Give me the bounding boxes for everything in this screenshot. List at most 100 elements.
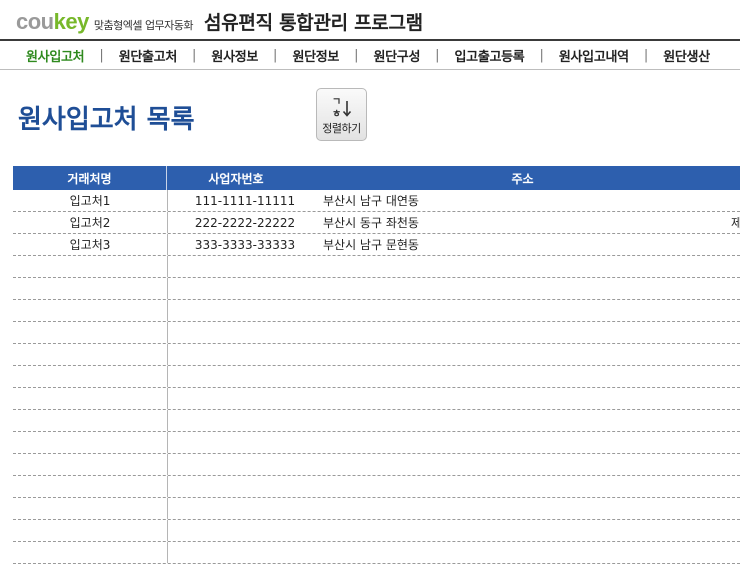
table-row[interactable] xyxy=(13,388,740,410)
cell-name[interactable] xyxy=(13,388,168,409)
sort-button-label: 정렬하기 xyxy=(322,122,361,135)
table-row[interactable] xyxy=(13,542,740,564)
cell-bizno[interactable]: 333-3333-33333 xyxy=(168,234,306,255)
cell-address-text: 부산시 남구 문현동 xyxy=(323,238,419,252)
table-body: 입고처1 111-1111-11111 부산시 남구 대연동입고처2 222-2222… xyxy=(13,190,740,564)
cell-bizno-text: 222-2222-22222 xyxy=(194,216,296,230)
cell-address[interactable]: 부산시 동구 좌천동 제 xyxy=(306,212,740,233)
nav-item-3[interactable]: 원사정보 xyxy=(209,46,260,65)
cell-address[interactable] xyxy=(306,388,740,409)
cell-address[interactable] xyxy=(306,476,740,497)
nav-item-4[interactable]: 원단정보 xyxy=(290,46,341,65)
nav-separator: | xyxy=(354,48,359,63)
cell-name[interactable] xyxy=(13,498,168,519)
table-row[interactable]: 입고처3 333-3333-33333 부산시 남구 문현동 xyxy=(13,234,740,256)
svg-text:ㅎ: ㅎ xyxy=(332,108,341,119)
cell-name[interactable] xyxy=(13,344,168,365)
cell-bizno[interactable] xyxy=(168,366,306,387)
nav-item-5[interactable]: 원단구성 xyxy=(371,46,422,65)
brand-header: coukey 맞춤형엑셀 업무자동화 섬유편직 통합관리 프로그램 xyxy=(16,8,423,36)
table-row[interactable] xyxy=(13,410,740,432)
cell-bizno[interactable] xyxy=(168,278,306,299)
table-row[interactable]: 입고처1 111-1111-11111 부산시 남구 대연동 xyxy=(13,190,740,212)
cell-bizno[interactable] xyxy=(168,344,306,365)
cell-name[interactable]: 입고처3 xyxy=(13,234,168,255)
cell-overflow-text: 제 xyxy=(730,216,740,230)
header-divider xyxy=(0,39,740,41)
cell-bizno[interactable] xyxy=(168,300,306,321)
cell-name[interactable] xyxy=(13,410,168,431)
nav-separator: | xyxy=(435,48,440,63)
cell-address[interactable] xyxy=(306,256,740,277)
column-header-bizno[interactable]: 사업자번호 xyxy=(167,166,305,190)
nav-item-1[interactable]: 원사입고처 xyxy=(24,46,86,65)
nav-separator: | xyxy=(99,48,104,63)
cell-address[interactable] xyxy=(306,432,740,453)
cell-bizno[interactable]: 222-2222-22222 xyxy=(168,212,306,233)
column-header-name[interactable]: 거래처명 xyxy=(13,166,167,190)
cell-name[interactable] xyxy=(13,476,168,497)
cell-address[interactable] xyxy=(306,542,740,563)
cell-bizno[interactable] xyxy=(168,498,306,519)
nav-separator: | xyxy=(643,48,649,63)
table-row[interactable] xyxy=(13,498,740,520)
cell-bizno[interactable] xyxy=(168,454,306,475)
cell-name-text: 입고처2 xyxy=(69,216,111,230)
table-row[interactable] xyxy=(13,256,740,278)
cell-address[interactable] xyxy=(306,410,740,431)
cell-bizno[interactable] xyxy=(168,256,306,277)
nav-bar: 원사입고처 | 원단출고처 | 원사정보 | 원단정보 | 원단구성 | 입고출고등록 | 원사입고내역… xyxy=(0,42,740,69)
cell-address[interactable] xyxy=(306,278,740,299)
cell-address[interactable] xyxy=(306,322,740,343)
cell-name[interactable] xyxy=(13,542,168,563)
nav-item-2[interactable]: 원단출고처 xyxy=(117,46,179,65)
cell-name[interactable] xyxy=(13,520,168,541)
cell-address[interactable] xyxy=(306,366,740,387)
cell-bizno[interactable] xyxy=(168,432,306,453)
cell-address[interactable] xyxy=(306,498,740,519)
cell-bizno-text: 111-1111-11111 xyxy=(194,194,296,208)
cell-name[interactable] xyxy=(13,278,168,299)
table-row[interactable] xyxy=(13,520,740,542)
table-row[interactable] xyxy=(13,344,740,366)
nav-item-6[interactable]: 입고출고등록 xyxy=(453,46,527,65)
cell-bizno[interactable] xyxy=(168,542,306,563)
table-row[interactable] xyxy=(13,476,740,498)
cell-name[interactable] xyxy=(13,322,168,343)
cell-address[interactable] xyxy=(306,520,740,541)
table-row[interactable] xyxy=(13,432,740,454)
cell-address[interactable] xyxy=(306,454,740,475)
cell-bizno[interactable] xyxy=(168,520,306,541)
cell-address[interactable]: 부산시 남구 문현동 xyxy=(306,234,740,255)
cell-name[interactable] xyxy=(13,432,168,453)
page-title: 원사입고처 목록 xyxy=(18,105,195,135)
cell-name[interactable] xyxy=(13,454,168,475)
cell-name[interactable] xyxy=(13,300,168,321)
cell-bizno[interactable] xyxy=(168,410,306,431)
cell-bizno[interactable] xyxy=(168,476,306,497)
cell-name[interactable]: 입고처1 xyxy=(13,190,168,211)
table-row[interactable]: 입고처2 222-2222-22222 부산시 동구 좌천동 제 xyxy=(13,212,740,234)
table-row[interactable] xyxy=(13,366,740,388)
table-row[interactable] xyxy=(13,278,740,300)
cell-name[interactable]: 입고처2 xyxy=(13,212,168,233)
tagline: 맞춤형엑셀 업무자동화 xyxy=(93,19,194,32)
sort-button[interactable]: ㄱ ㅎ 정렬하기 xyxy=(316,88,367,141)
cell-address[interactable] xyxy=(306,300,740,321)
nav-item-7[interactable]: 원사입고내역 xyxy=(557,46,631,65)
table-row[interactable] xyxy=(13,454,740,476)
svg-text:ㄱ: ㄱ xyxy=(332,97,341,108)
nav-item-8[interactable]: 원단생산 xyxy=(661,46,712,65)
cell-name-text: 입고처1 xyxy=(69,194,111,208)
cell-name[interactable] xyxy=(13,256,168,277)
table-row[interactable] xyxy=(13,300,740,322)
cell-name-text: 입고처3 xyxy=(69,238,111,252)
cell-address[interactable]: 부산시 남구 대연동 xyxy=(306,190,740,211)
cell-bizno[interactable] xyxy=(168,322,306,343)
cell-name[interactable] xyxy=(13,366,168,387)
cell-bizno[interactable] xyxy=(168,388,306,409)
column-header-address[interactable]: 주소 xyxy=(305,166,740,190)
table-row[interactable] xyxy=(13,322,740,344)
cell-address[interactable] xyxy=(306,344,740,365)
cell-bizno[interactable]: 111-1111-11111 xyxy=(168,190,306,211)
